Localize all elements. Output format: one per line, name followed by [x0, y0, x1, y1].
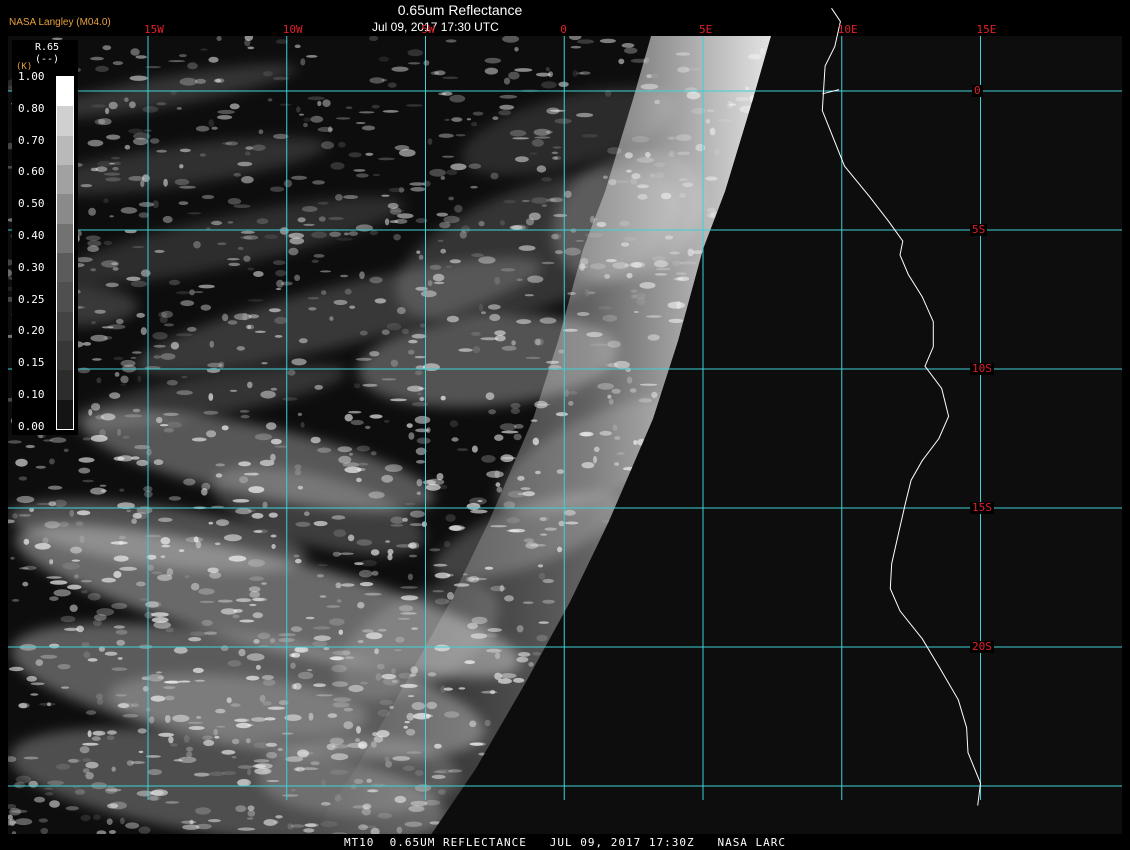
map-viewer[interactable]	[0, 0, 1130, 850]
footer-caption: MT10 0.65UM REFLECTANCE JUL 09, 2017 17:…	[343, 836, 787, 849]
legend-swatch	[57, 165, 73, 196]
longitude-label: 5W	[421, 23, 435, 36]
map-overlay	[8, 7, 1122, 806]
longitude-label: 5E	[699, 23, 713, 36]
latitude-label: 10S	[970, 362, 994, 375]
coastline	[821, 7, 982, 806]
legend-swatch	[57, 282, 73, 313]
legend-tick-label: 0.70	[18, 133, 45, 147]
latitude-label: 20S	[970, 640, 994, 653]
latitude-label: 5S	[970, 223, 988, 236]
longitude-label: 10W	[282, 23, 303, 36]
longitude-label: 10E	[837, 23, 858, 36]
legend-tick-label: 1.00	[18, 70, 45, 83]
legend-title: R.65	[35, 42, 60, 53]
legend-swatch	[57, 341, 73, 372]
legend-swatch	[57, 223, 73, 254]
legend-tick-label: 0.50	[18, 197, 45, 211]
legend-swatch	[57, 135, 73, 166]
legend-tick-label: 0.40	[18, 229, 45, 242]
legend-color-bar	[56, 76, 74, 430]
longitude-label: 15E	[976, 23, 997, 36]
legend-swatch	[57, 106, 73, 137]
image-title: 0.65um Reflectance	[397, 2, 523, 18]
color-legend: R.65 (--) (K) 1.00 0.80 0.70 0.60 0.50 0.40 0.…	[12, 40, 78, 435]
longitude-label: 0	[560, 23, 567, 36]
legend-units: (--)	[35, 54, 60, 65]
legend-tick-label: 0.10	[18, 388, 45, 401]
legend-swatch	[57, 194, 73, 225]
latitude-label: 0	[972, 84, 983, 97]
legend-tick-label: 0.30	[18, 260, 45, 274]
coastline-island	[822, 89, 840, 95]
legend-tick-label: 0.60	[18, 165, 45, 179]
legend-swatch	[57, 399, 73, 429]
legend-tick-label: 0.25	[18, 292, 45, 306]
legend-swatch	[57, 253, 73, 284]
legend-swatch	[57, 311, 73, 342]
legend-tick-label: 0.00	[18, 419, 45, 433]
brand-label: NASA Langley (M04.0)	[9, 17, 111, 28]
legend-swatch	[57, 370, 73, 401]
latitude-label: 15S	[970, 501, 994, 514]
legend-tick-label: 0.80	[18, 101, 45, 115]
image-datetime: Jul 09, 2017 17:30 UTC	[372, 20, 499, 34]
legend-swatch	[57, 77, 73, 108]
legend-tick-label: 0.20	[18, 324, 45, 338]
legend-tick-label: 0.15	[18, 356, 45, 370]
longitude-label: 15W	[144, 23, 164, 36]
